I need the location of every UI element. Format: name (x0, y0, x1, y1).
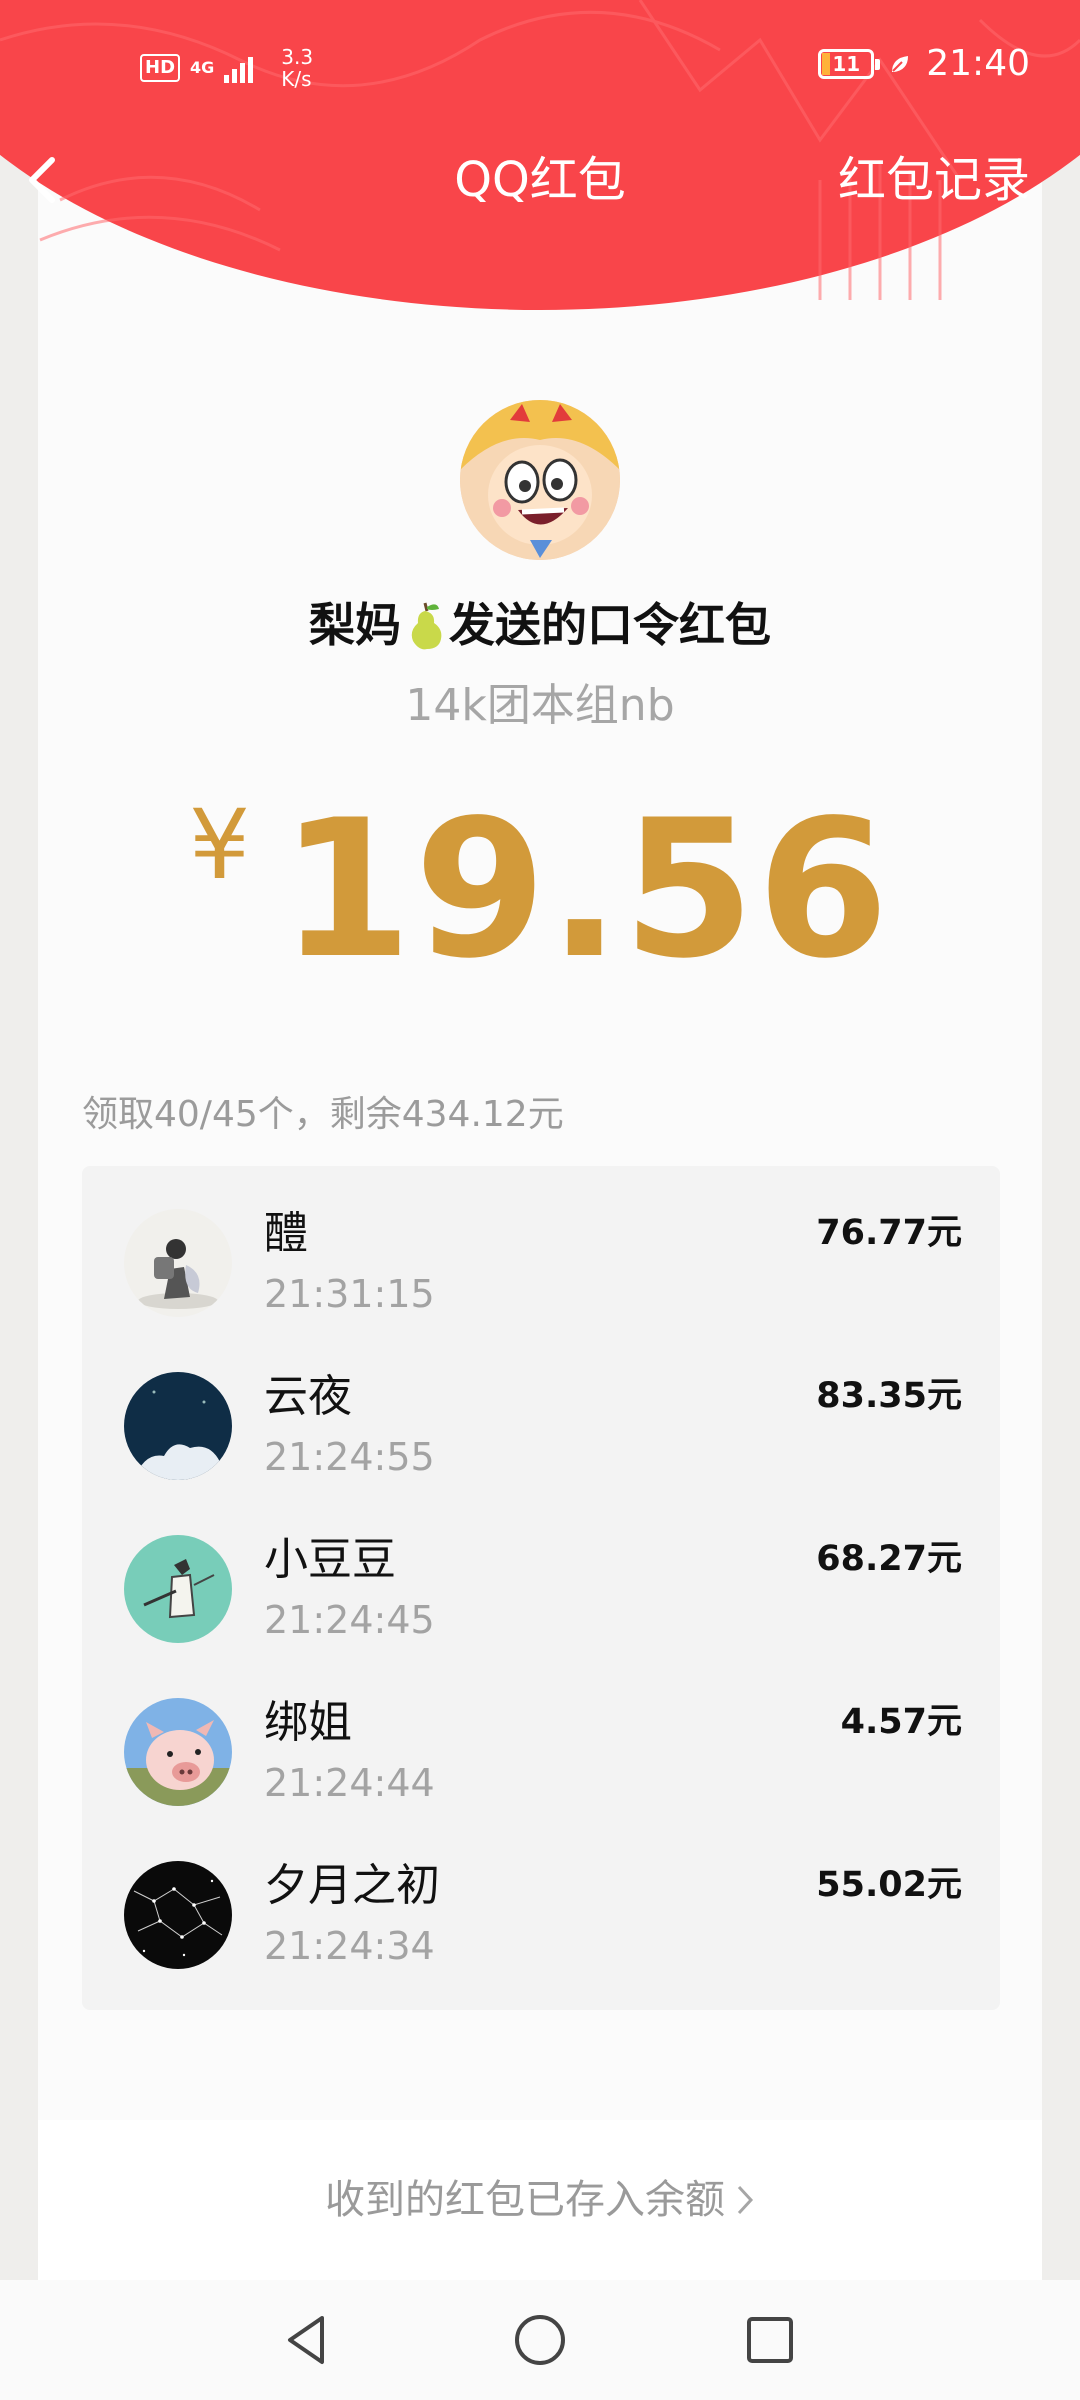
received-amount: ¥19.56 (0, 790, 1080, 990)
recipient-amount: 68.27元 (816, 1539, 962, 1579)
sender-avatar[interactable] (460, 400, 620, 560)
signal-icon (224, 53, 254, 83)
list-item[interactable]: 云夜 21:24:55 83.35元 (82, 1329, 1000, 1492)
list-item[interactable]: 绑姐 21:24:44 4.57元 (82, 1655, 1000, 1818)
recipient-time: 21:24:55 (264, 1435, 435, 1479)
balance-link[interactable]: 收到的红包已存入余额 (325, 2177, 755, 2223)
system-nav-bar (0, 2280, 1080, 2400)
avatar[interactable] (124, 1372, 232, 1480)
recipient-amount: 83.35元 (816, 1376, 962, 1416)
recipient-name: 夕月之初 (264, 1860, 440, 1911)
network-speed: 3.3 K/s (281, 46, 313, 90)
currency-symbol: ¥ (188, 789, 251, 901)
nav-bar: QQ红包 红包记录 (0, 140, 1080, 220)
recipient-time: 21:24:34 (264, 1924, 435, 1968)
recipient-time: 21:24:45 (264, 1598, 435, 1642)
avatar[interactable] (124, 1861, 232, 1969)
recents-square-icon[interactable] (740, 2310, 800, 2370)
recipient-amount: 55.02元 (816, 1865, 962, 1905)
network-indicator: 4G (190, 58, 215, 77)
list-item[interactable]: 醴 21:31:15 76.77元 (82, 1166, 1000, 1329)
sender-suffix: 发送的口令红包 (449, 598, 771, 652)
clock: 21:40 (926, 43, 1030, 84)
leaf-icon (892, 56, 909, 72)
speed-unit: K/s (281, 67, 312, 91)
home-circle-icon[interactable] (510, 2310, 570, 2370)
balance-footer: 收到的红包已存入余额 (38, 2120, 1042, 2280)
recipient-name: 云夜 (264, 1371, 352, 1422)
battery-icon: 11 (818, 49, 881, 79)
recipient-name: 小豆豆 (264, 1534, 396, 1585)
recipient-name: 醴 (264, 1208, 308, 1259)
recipient-amount: 76.77元 (816, 1213, 962, 1253)
chevron-right-icon (737, 2185, 754, 2215)
recipient-list: 醴 21:31:15 76.77元 云夜 21:24:55 83.35元 小豆豆… (82, 1166, 1000, 2010)
speed-value: 3.3 (281, 45, 314, 69)
red-packet-record-link[interactable]: 红包记录 (838, 150, 1030, 210)
back-triangle-icon[interactable] (278, 2310, 338, 2370)
recipient-name: 绑姐 (264, 1697, 352, 1748)
balance-link-label: 收到的红包已存入余额 (325, 2177, 725, 2223)
recipient-amount: 4.57元 (840, 1702, 962, 1742)
list-item[interactable]: 夕月之初 21:24:34 55.02元 (82, 1818, 1000, 1981)
avatar[interactable] (124, 1209, 232, 1317)
header: HD 4G 3.3 K/s 11 21:40 QQ红包 红包记录 (0, 0, 1080, 320)
claim-summary: 领取40/45个，剩余434.12元 (82, 1094, 564, 1135)
avatar[interactable] (124, 1535, 232, 1643)
hd-indicator: HD (140, 54, 181, 82)
list-item[interactable]: 小豆豆 21:24:45 68.27元 (82, 1492, 1000, 1655)
pear-emoji-icon (411, 602, 442, 650)
packet-password: 14k团本组nb (405, 680, 675, 731)
sender-name: 梨妈 (309, 598, 401, 652)
avatar[interactable] (124, 1698, 232, 1806)
sender-line: 梨妈 发送的口令红包 (0, 590, 1080, 660)
amount-value: 19.56 (280, 779, 892, 1000)
recipient-time: 21:24:44 (264, 1761, 435, 1805)
recipient-time: 21:31:15 (264, 1272, 435, 1316)
status-bar: HD 4G 3.3 K/s 11 21:40 (0, 38, 1080, 98)
battery-level: 11 (832, 52, 861, 76)
